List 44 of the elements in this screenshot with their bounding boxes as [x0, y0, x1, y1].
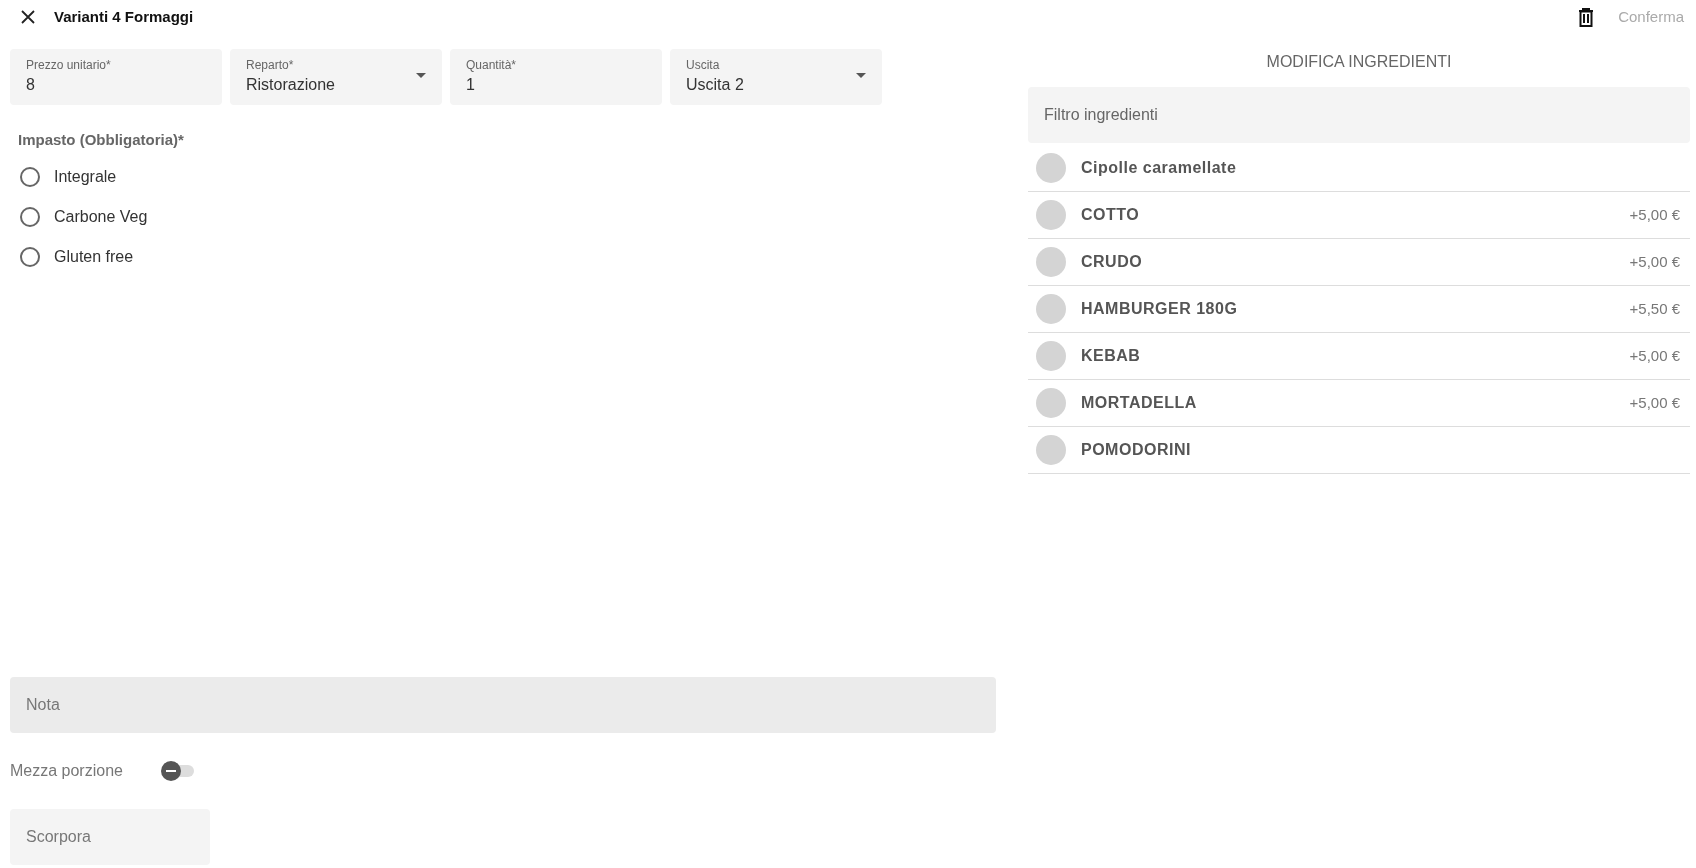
- ingredient-avatar-icon[interactable]: [1036, 341, 1066, 371]
- section-title: MODIFICA INGREDIENTI: [1266, 52, 1452, 72]
- select-field[interactable]: Uscita Uscita 2: [670, 49, 882, 105]
- field-label: Uscita: [686, 57, 721, 73]
- radio-icon[interactable]: [20, 166, 40, 187]
- select-field[interactable]: Reparto* Ristorazione: [230, 49, 442, 105]
- ingredient-row[interactable]: HAMBURGER 180G +5,50 €: [1028, 286, 1690, 333]
- toggle-label: Mezza porzione: [10, 761, 123, 781]
- price-text: +5,00 €: [1629, 251, 1680, 272]
- radio-icon[interactable]: [20, 206, 40, 227]
- ingredient-avatar-icon[interactable]: [1036, 294, 1066, 324]
- ingredient-row[interactable]: COTTO +5,00 €: [1028, 192, 1690, 239]
- input-field[interactable]: Prezzo unitario* 8: [10, 49, 222, 105]
- note-field[interactable]: Nota: [10, 677, 996, 733]
- field-label: Prezzo unitario*: [26, 57, 112, 73]
- input-field[interactable]: Quantità* 1: [450, 49, 662, 105]
- ingredient-avatar-icon[interactable]: [1036, 153, 1066, 183]
- ingredient-row[interactable]: CRUDO +5,00 €: [1028, 239, 1690, 286]
- radio-option[interactable]: Gluten free: [20, 243, 134, 270]
- dialog-title: Varianti 4 Formaggi: [54, 6, 194, 27]
- ingredient-row[interactable]: MORTADELLA +5,00 €: [1028, 380, 1690, 427]
- radio-icon[interactable]: [20, 246, 40, 267]
- ingredient-avatar-icon[interactable]: [1036, 247, 1066, 277]
- ingredient-avatar-icon[interactable]: [1036, 388, 1066, 418]
- ingredient-row[interactable]: Cipolle caramellate: [1028, 145, 1690, 192]
- price-text: +5,00 €: [1629, 392, 1680, 413]
- ingredient-row[interactable]: KEBAB +5,00 €: [1028, 333, 1690, 380]
- radio-option[interactable]: Carbone Veg: [20, 203, 148, 230]
- price-text: +5,50 €: [1629, 298, 1680, 319]
- ingredient-row[interactable]: POMODORINI: [1028, 427, 1690, 474]
- caret-icon: [416, 73, 426, 78]
- price-text: +5,00 €: [1629, 204, 1680, 225]
- close-icon[interactable]: [20, 9, 36, 25]
- radio-option[interactable]: Integrale: [20, 163, 117, 190]
- filter-field[interactable]: Filtro ingredienti: [1028, 87, 1690, 143]
- price-text: +5,00 €: [1629, 345, 1680, 366]
- ingredient-avatar-icon[interactable]: [1036, 435, 1066, 465]
- caret-icon: [856, 73, 866, 78]
- ingredient-avatar-icon[interactable]: [1036, 200, 1066, 230]
- group-label: Impasto (Obbligatoria)*: [18, 130, 185, 150]
- field-label: Quantità*: [466, 57, 518, 73]
- scorpora-field[interactable]: Scorpora: [10, 809, 210, 865]
- field-label: Reparto*: [246, 57, 295, 73]
- trash-icon[interactable]: [1578, 7, 1595, 27]
